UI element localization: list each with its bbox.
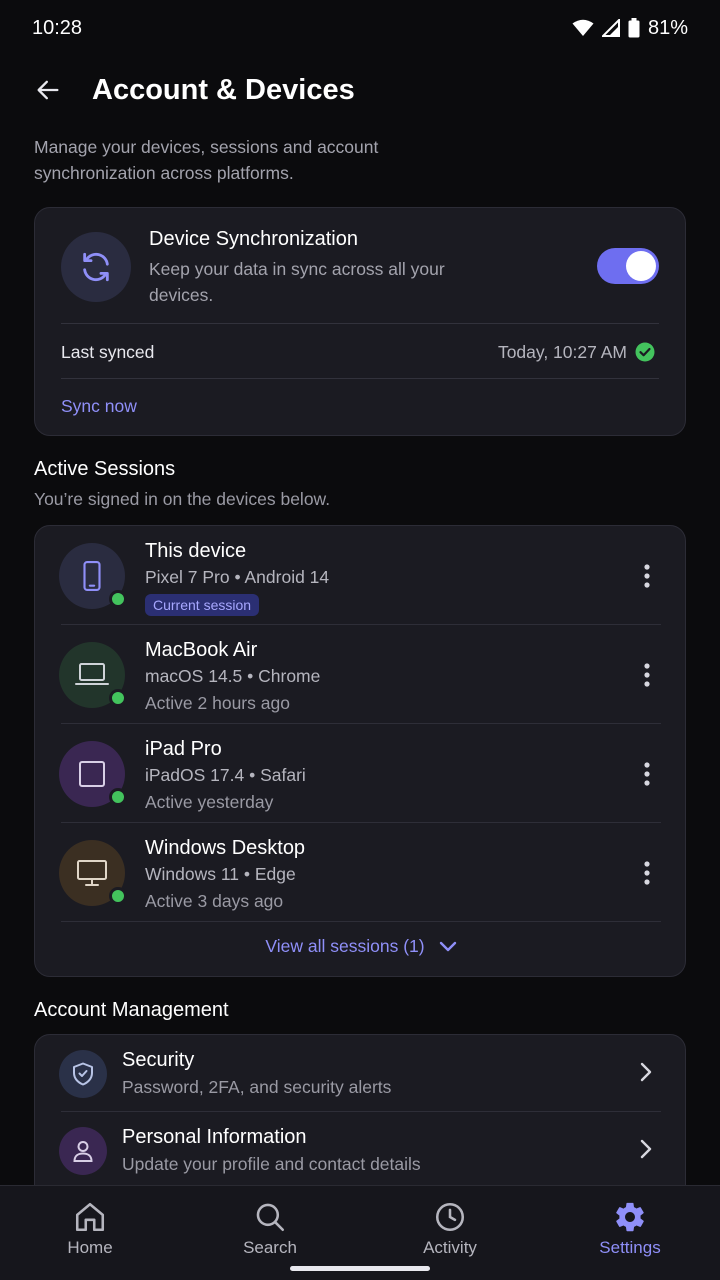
session-row-this-device[interactable]: This device Pixel 7 Pro • Android 14 Cur… [35, 526, 687, 625]
status-bar: 10:28 81% [0, 0, 720, 56]
status-time: 10:28 [32, 16, 83, 39]
session-detail: iPadOS 17.4 • Safari [145, 765, 306, 785]
account-row-title: Security [122, 1049, 195, 1071]
nav-item-home[interactable]: Home [0, 1186, 180, 1280]
more-vert-icon [644, 861, 650, 885]
session-status: Active 2 hours ago [145, 693, 290, 713]
session-status: Active yesterday [145, 792, 274, 812]
account-row-title: Personal Information [122, 1126, 307, 1148]
phone-icon [83, 561, 101, 591]
more-vert-icon [644, 564, 650, 588]
clock-icon [435, 1202, 465, 1232]
session-row-ipad-pro[interactable]: iPad Pro iPadOS 17.4 • Safari Active yes… [35, 724, 687, 823]
active-sessions-title: Active Sessions [34, 458, 176, 480]
chevron-down-icon [439, 941, 456, 951]
nav-label: Search [243, 1238, 297, 1257]
page-description: Manage your devices, sessions and accoun… [34, 137, 379, 183]
session-avatar [59, 741, 127, 807]
status-icons: 81% [572, 17, 688, 40]
battery-icon [628, 18, 640, 38]
session-detail: Pixel 7 Pro • Android 14 [145, 567, 330, 587]
check-circle-icon [635, 342, 655, 362]
view-all-sessions-button[interactable]: View all sessions (1) [35, 936, 687, 957]
active-sessions-subtitle: You’re signed in on the devices below. [34, 489, 331, 509]
nav-label: Home [67, 1238, 113, 1257]
nav-label: Settings [599, 1238, 661, 1257]
page-title: Account & Devices [92, 73, 355, 106]
wifi-icon [572, 19, 594, 37]
session-avatar [59, 840, 127, 906]
battery-percentage: 81% [647, 16, 688, 39]
sync-toggle[interactable] [597, 248, 659, 284]
account-row-subtitle: Update your profile and contact details [122, 1154, 421, 1174]
session-detail: Windows 11 • Edge [145, 864, 296, 884]
sync-subtitle: Keep your data in sync across all your d… [149, 259, 445, 305]
sync-icon-container [61, 232, 131, 302]
account-row-subtitle: Password, 2FA, and security alerts [122, 1077, 392, 1097]
online-indicator [109, 590, 127, 608]
view-all-label: View all sessions (1) [265, 936, 425, 956]
chevron-right-icon [640, 1139, 652, 1159]
session-detail: macOS 14.5 • Chrome [145, 666, 321, 686]
acct-avatar [59, 1050, 107, 1098]
more-options-button[interactable] [633, 560, 661, 592]
sync-card: Device Synchronization Keep your data in… [34, 207, 686, 436]
divider [61, 323, 659, 324]
home-icon [75, 1202, 105, 1232]
account-management-title: Account Management [34, 999, 229, 1021]
laptop-icon [75, 663, 109, 685]
account-row-personal-information[interactable]: Personal Information Update your profile… [35, 1112, 687, 1189]
online-indicator [109, 788, 127, 806]
shield-icon [73, 1062, 93, 1086]
sync-now-button[interactable]: Sync now [61, 396, 137, 417]
app-bar: Account & Devices [0, 62, 720, 118]
more-vert-icon [644, 762, 650, 786]
gear-icon [616, 1202, 644, 1232]
current-session-badge: Current session [145, 594, 260, 616]
more-options-button[interactable] [633, 857, 661, 889]
session-name: This device [145, 540, 247, 562]
divider [61, 921, 661, 922]
back-button[interactable] [20, 62, 76, 118]
online-indicator [109, 887, 127, 905]
arrow-left-icon [37, 80, 59, 100]
session-name: iPad Pro [145, 738, 222, 760]
nav-item-settings[interactable]: Settings [540, 1186, 720, 1280]
gesture-handle[interactable] [290, 1266, 430, 1271]
more-options-button[interactable] [633, 659, 661, 691]
session-name: Windows Desktop [145, 837, 306, 859]
session-row-windows-desktop[interactable]: Windows Desktop Windows 11 • Edge Active… [35, 823, 687, 922]
cellular-signal-icon [601, 19, 620, 37]
sessions-card: This device Pixel 7 Pro • Android 14 Cur… [34, 525, 686, 977]
tablet-icon [79, 761, 105, 787]
session-name: MacBook Air [145, 639, 258, 661]
nav-label: Activity [423, 1238, 477, 1257]
person-icon [73, 1141, 93, 1162]
sync-icon [83, 252, 109, 282]
more-options-button[interactable] [633, 758, 661, 790]
search-icon [256, 1203, 285, 1232]
session-avatar [59, 543, 127, 609]
acct-avatar [59, 1127, 107, 1175]
divider [61, 378, 659, 379]
chevron-right-icon [640, 1062, 652, 1082]
session-avatar [59, 642, 127, 708]
account-row-security[interactable]: Security Password, 2FA, and security ale… [35, 1035, 687, 1112]
toggle-knob [626, 251, 656, 281]
last-synced-value: Today, 10:27 AM [497, 342, 627, 362]
desktop-icon [77, 860, 107, 886]
session-row-macbook-air[interactable]: MacBook Air macOS 14.5 • Chrome Active 2… [35, 625, 687, 724]
sync-title: Device Synchronization [149, 228, 358, 250]
more-vert-icon [644, 663, 650, 687]
online-indicator [109, 689, 127, 707]
last-synced-label: Last synced [61, 342, 155, 362]
session-status: Active 3 days ago [145, 891, 284, 911]
